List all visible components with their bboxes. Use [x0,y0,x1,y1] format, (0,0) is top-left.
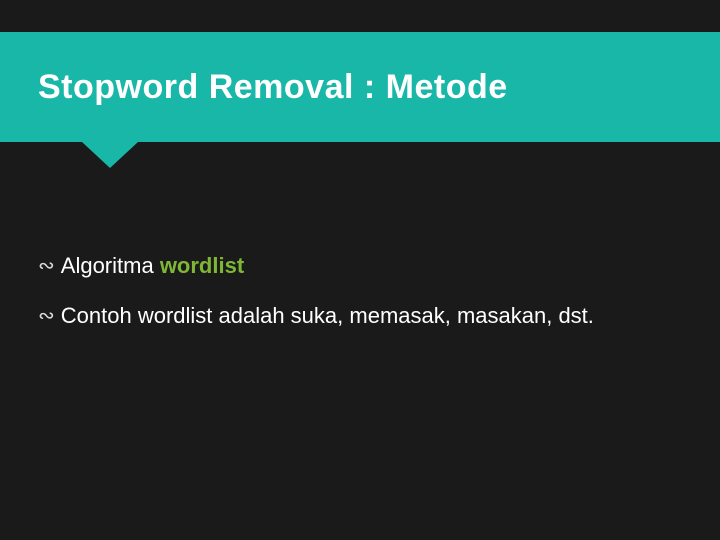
bullet-pre: Algoritma [61,253,160,278]
content-area: ∾ Algoritma wordlist ∾ Contoh wordlist a… [38,250,682,350]
tilde-bullet-icon: ∾ [38,252,55,281]
bullet-highlight: wordlist [160,253,244,278]
bullet-text: Algoritma wordlist [61,250,682,282]
slide: Stopword Removal : Metode ∾ Algoritma wo… [0,0,720,540]
title-band: Stopword Removal : Metode [0,32,720,142]
slide-title: Stopword Removal : Metode [0,68,508,107]
bullet-pre: Contoh wordlist adalah suka, memasak, ma… [61,303,594,328]
tilde-bullet-icon: ∾ [38,302,55,331]
bullet-item: ∾ Contoh wordlist adalah suka, memasak, … [38,300,682,332]
bullet-text: Contoh wordlist adalah suka, memasak, ma… [61,300,682,332]
bullet-item: ∾ Algoritma wordlist [38,250,682,282]
notch-pointer-icon [82,142,138,168]
